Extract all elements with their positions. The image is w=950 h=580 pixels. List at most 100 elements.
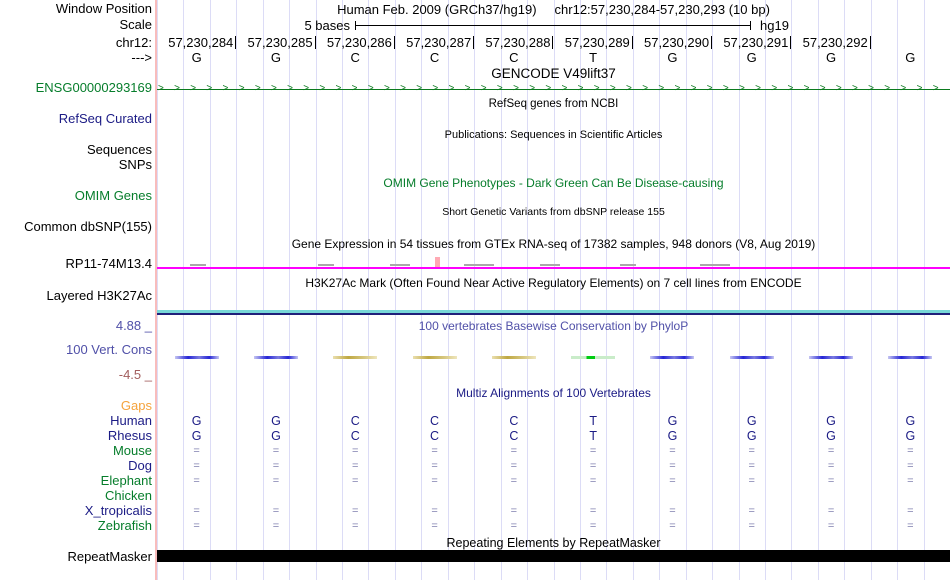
gene-label[interactable]: ENSG00000293169 (0, 81, 152, 95)
ruler-position: 57,230,291 (712, 36, 792, 49)
alignment-cell: T (589, 429, 597, 443)
alignment-cell: = (272, 460, 280, 472)
track-title-repeatmasker[interactable]: Repeating Elements by RepeatMasker (157, 536, 950, 550)
alignment-cell: = (589, 460, 597, 472)
track-title-h3k27ac[interactable]: H3K27Ac Mark (Often Found Near Active Re… (157, 276, 950, 290)
track-label-common-dbsnp[interactable]: Common dbSNP(155) (0, 220, 152, 234)
alignment-cell: G (191, 414, 202, 428)
alignment-cell: G (271, 414, 281, 428)
alignment-cell: = (827, 505, 835, 517)
alignment-cell: = (193, 475, 200, 487)
alignment-cell: = (907, 475, 914, 487)
alignment-cell: = (352, 505, 359, 517)
alignment-cell: = (589, 520, 597, 532)
multiz-species-label[interactable]: Dog (0, 459, 152, 473)
multiz-species-label[interactable]: Mouse (0, 444, 152, 458)
alignment-cell: G (191, 429, 202, 443)
ruler-base: G (191, 50, 202, 65)
ruler-base: T (589, 50, 598, 65)
alignment-cell: = (272, 505, 280, 517)
alignment-cell: = (669, 505, 676, 517)
alignment-cell: C (430, 429, 440, 443)
phylop-dash-olive (491, 356, 536, 359)
repeatmasker-element-bar[interactable] (157, 550, 950, 562)
phylop-dash-blue (253, 356, 298, 359)
multiz-species-label[interactable]: Rhesus (0, 429, 152, 443)
gtex-expression-mark (390, 264, 410, 266)
multiz-species-label[interactable]: Human (0, 414, 152, 428)
alignment-cell: = (827, 520, 835, 532)
track-title-gtex[interactable]: Gene Expression in 54 tissues from GTEx … (157, 237, 950, 251)
ruler-position: 57,230,284 (157, 36, 237, 49)
alignment-cell: = (272, 475, 280, 487)
alignment-cell: G (271, 429, 281, 443)
phylop-dash-olive (412, 356, 457, 359)
track-label-vert-cons[interactable]: 100 Vert. Cons (0, 343, 152, 357)
position-range: chr12:57,230,284-57,230,293 (10 bp) (554, 2, 770, 17)
multiz-species-label[interactable]: X_tropicalis (0, 504, 152, 518)
track-title-omim[interactable]: OMIM Gene Phenotypes - Dark Green Can Be… (157, 176, 950, 190)
alignment-cell: = (272, 520, 280, 532)
alignment-cell: = (193, 520, 200, 532)
track-title-dbsnp[interactable]: Short Genetic Variants from dbSNP releas… (157, 206, 950, 218)
alignment-cell: G (826, 414, 836, 428)
track-label-gtex-gene[interactable]: RP11-74M13.4 (0, 257, 152, 271)
track-title-multiz[interactable]: Multiz Alignments of 100 Vertebrates (157, 386, 950, 400)
alignment-cell: C (509, 429, 519, 443)
alignment-cell: = (669, 460, 676, 472)
alignment-cell: = (510, 505, 518, 517)
alignment-cell: C (430, 414, 440, 428)
track-label-layered-h3k27ac[interactable]: Layered H3K27Ac (0, 289, 152, 303)
alignment-cell: = (907, 505, 914, 517)
gtex-expression-mark (700, 264, 730, 266)
gtex-expression-mark (318, 264, 334, 266)
track-title-phylop[interactable]: 100 vertebrates Basewise Conservation by… (157, 319, 950, 333)
ruler-base: G (270, 50, 281, 65)
track-label-snps[interactable]: SNPs (0, 158, 152, 172)
assembly-title: Human Feb. 2009 (GRCh37/hg19) (337, 2, 537, 17)
phylop-ymin-label: -4.5 _ (118, 367, 152, 382)
ruler-base: G (667, 50, 678, 65)
multiz-species-label[interactable]: Elephant (0, 474, 152, 488)
alignment-cell: = (827, 475, 835, 487)
ruler-base: G (825, 50, 837, 65)
gtex-gene-line[interactable] (157, 267, 950, 269)
alignment-cell: = (272, 445, 280, 457)
alignment-cell: = (352, 460, 359, 472)
track-title-publications[interactable]: Publications: Sequences in Scientific Ar… (157, 129, 950, 141)
alignment-cell: = (748, 505, 755, 517)
track-label-repeatmasker[interactable]: RepeatMasker (0, 550, 152, 564)
track-label-refseq-curated[interactable]: RefSeq Curated (0, 112, 152, 126)
phylop-dash-blue (174, 356, 219, 359)
multiz-gaps-label[interactable]: Gaps (0, 399, 152, 413)
multiz-species-label[interactable]: Chicken (0, 489, 152, 503)
alignment-cell: = (827, 460, 835, 472)
alignment-cell: = (669, 445, 676, 457)
alignment-cell: G (746, 429, 757, 443)
alignment-cell: = (352, 475, 359, 487)
ruler-position: 57,230,289 (554, 36, 633, 49)
track-title-refseq[interactable]: RefSeq genes from NCBI (157, 98, 950, 110)
track-label-sequences[interactable]: Sequences (0, 143, 152, 157)
h3k27ac-baseline-navy (157, 313, 950, 315)
multiz-species-label[interactable]: Zebrafish (0, 519, 152, 533)
phylop-ymax-label: 4.88 _ (115, 318, 152, 333)
alignment-cell: = (431, 460, 438, 472)
alignment-cell: = (907, 460, 914, 472)
gtex-expression-mark (190, 264, 206, 266)
alignment-cell: = (510, 445, 518, 457)
alignment-cell: = (431, 505, 438, 517)
alignment-cell: = (589, 505, 597, 517)
alignment-cell: = (431, 445, 438, 457)
alignment-cell: C (350, 429, 360, 443)
track-label-omim-genes[interactable]: OMIM Genes (0, 189, 152, 203)
window-position-title: Human Feb. 2009 (GRCh37/hg19) chr12:57,23… (157, 2, 950, 17)
ruler-position: 57,230,285 (236, 36, 316, 49)
phylop-dash-blue (809, 356, 854, 359)
alignment-cell: = (589, 475, 597, 487)
ruler-position: 57,230,287 (395, 36, 475, 49)
gtex-expression-mark (540, 264, 560, 266)
window-position-label: Window Position (55, 1, 152, 16)
alignment-cell: T (589, 414, 597, 428)
track-title-gencode[interactable]: GENCODE V49lift37 (157, 66, 950, 81)
